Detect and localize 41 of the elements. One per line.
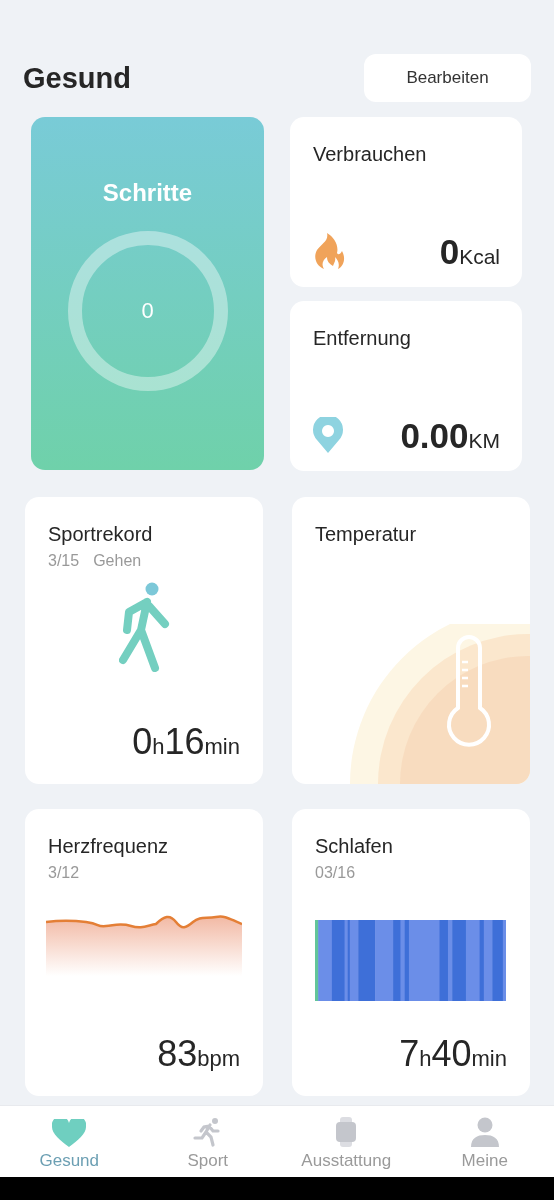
watch-icon	[336, 1117, 357, 1147]
heart-icon	[52, 1119, 87, 1147]
card-title: Temperatur	[315, 523, 418, 546]
sleep-card[interactable]: Schlafen 03/16 7h40min	[292, 809, 530, 1096]
location-pin-icon	[313, 417, 343, 453]
edit-button[interactable]: Bearbeiten	[364, 54, 531, 102]
value-unit: h	[152, 736, 165, 758]
value-unit: Kcal	[459, 246, 500, 267]
value-number: 0	[439, 234, 460, 269]
value-unit: h	[419, 1048, 432, 1070]
record-date: 3/15	[48, 552, 80, 570]
person-icon	[469, 1117, 500, 1147]
record-date: 3/12	[48, 864, 80, 882]
card-title: Herzfrequenz	[48, 835, 170, 858]
value-unit: min	[471, 1048, 507, 1070]
activity-name: Gehen	[93, 552, 142, 570]
sport-record-card[interactable]: Sportrekord 3/15 Gehen 0h16min	[25, 497, 263, 784]
steps-value: 0	[141, 298, 154, 324]
card-title: Sportrekord	[48, 523, 154, 546]
record-date: 03/16	[315, 864, 356, 882]
card-title: Schlafen	[315, 835, 394, 858]
value-unit: bpm	[197, 1048, 240, 1070]
card-title: Schritte	[102, 179, 193, 207]
value-number: 0	[132, 724, 153, 760]
distance-card[interactable]: Entfernung 0.00KM	[290, 301, 522, 471]
value-number: 83	[157, 1036, 198, 1072]
value-unit: KM	[468, 430, 500, 451]
value-number: 0.00	[400, 418, 469, 453]
thermometer-icon	[447, 635, 491, 747]
value-number: 7	[399, 1036, 420, 1072]
value-number: 40	[431, 1036, 472, 1072]
card-title: Verbrauchen	[313, 143, 428, 166]
card-title: Entfernung	[313, 327, 412, 350]
flame-icon	[313, 233, 345, 269]
temperature-card[interactable]: Temperatur	[292, 497, 530, 784]
value-unit: min	[204, 736, 240, 758]
heart-rate-card[interactable]: Herzfrequenz 3/12 83bpm	[25, 809, 263, 1096]
value-number: 16	[164, 724, 205, 760]
calories-card[interactable]: Verbrauchen 0Kcal	[290, 117, 522, 287]
walking-figure-icon	[119, 582, 171, 672]
page-title: Gesund	[23, 61, 131, 95]
